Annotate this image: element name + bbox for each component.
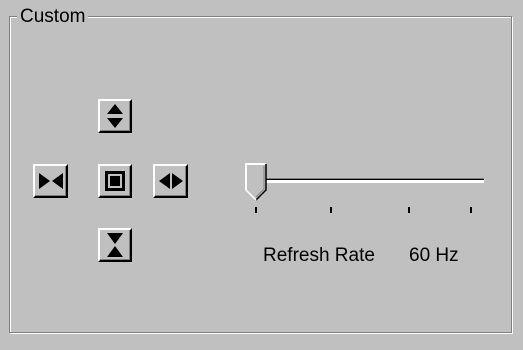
slider-tick xyxy=(408,207,410,213)
group-title: Custom xyxy=(17,6,89,28)
slider-track xyxy=(253,178,484,183)
center-square-icon xyxy=(105,171,125,191)
slider-tick xyxy=(330,207,332,213)
expand-horizontal-button[interactable] xyxy=(153,164,188,198)
left-right-arrows-icon xyxy=(158,173,183,189)
shrink-horizontal-button[interactable] xyxy=(33,164,68,198)
slider-tick xyxy=(255,207,257,213)
arrows-inward-icon xyxy=(38,173,63,189)
up-down-arrows-icon xyxy=(107,104,123,128)
vertical-position-button[interactable] xyxy=(98,99,132,133)
refresh-rate-label: Refresh Rate xyxy=(263,245,375,266)
refresh-rate-slider[interactable] xyxy=(239,160,489,220)
arrows-vertical-inward-icon xyxy=(107,233,123,257)
refresh-rate-value: 60 Hz xyxy=(409,245,459,266)
shrink-vertical-button[interactable] xyxy=(98,228,132,262)
center-button[interactable] xyxy=(98,164,132,198)
slider-tick xyxy=(470,207,472,213)
slider-thumb[interactable] xyxy=(245,163,267,201)
